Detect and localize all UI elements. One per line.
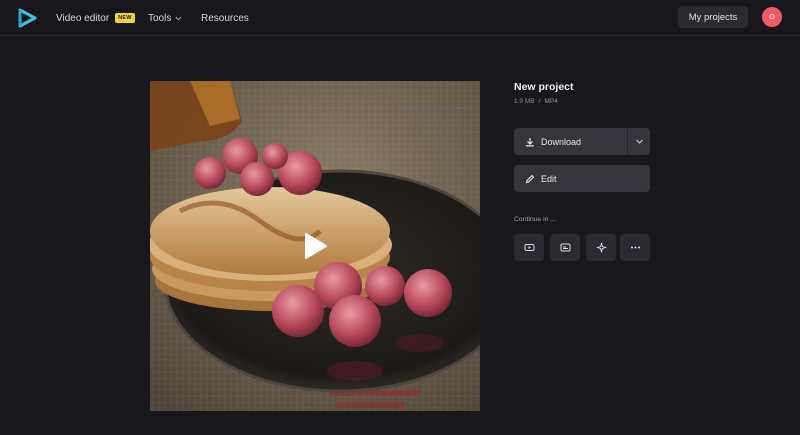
nav-tools[interactable]: Tools <box>148 0 182 36</box>
edit-button[interactable]: Edit <box>514 165 650 192</box>
continue-effects-button[interactable] <box>586 234 616 261</box>
logo-icon[interactable] <box>17 8 37 28</box>
nav-tools-label: Tools <box>148 12 172 24</box>
download-options-dropdown[interactable] <box>628 128 650 155</box>
project-meta: 1.9 MB / MP4 <box>514 98 558 105</box>
youtube-icon <box>524 244 534 251</box>
continue-subtitles-button[interactable] <box>550 234 580 261</box>
nav-video-editor[interactable]: Video editor NEW <box>56 0 135 36</box>
download-icon <box>526 137 534 146</box>
chevron-down-icon <box>175 16 182 20</box>
chevron-down-icon <box>635 139 643 144</box>
file-format: MP4 <box>544 98 558 105</box>
download-button[interactable]: Download <box>514 128 650 155</box>
pencil-icon <box>525 174 535 183</box>
nav-resources-label: Resources <box>201 12 249 24</box>
sparkle-icon <box>596 242 606 253</box>
play-icon[interactable] <box>300 231 330 261</box>
nav-video-editor-label: Video editor <box>56 12 110 24</box>
file-size: 1.9 MB <box>514 98 535 105</box>
subtitles-icon <box>560 243 570 252</box>
project-title: New project <box>514 81 574 93</box>
avatar[interactable]: O <box>762 7 782 27</box>
nav-resources[interactable]: Resources <box>201 0 249 36</box>
meta-separator: / <box>538 98 541 105</box>
more-icon <box>630 246 640 249</box>
video-preview[interactable] <box>150 81 480 411</box>
download-label: Download <box>541 136 582 147</box>
more-options-button[interactable] <box>620 234 650 261</box>
continue-in-label: Continue in ... <box>514 216 556 223</box>
new-badge: NEW <box>115 13 135 23</box>
top-bar: Video editor NEW Tools Resources My proj… <box>0 0 800 36</box>
edit-label: Edit <box>541 173 557 184</box>
my-projects-button[interactable]: My projects <box>678 6 748 28</box>
continue-youtube-button[interactable] <box>514 234 544 261</box>
